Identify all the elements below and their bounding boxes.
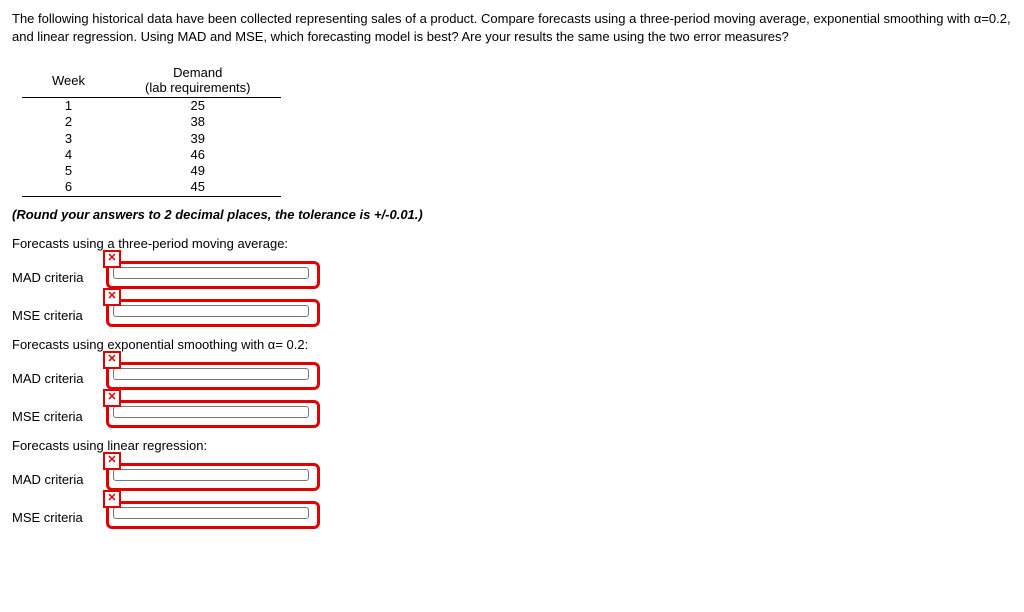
cell-demand: 45 (115, 179, 281, 196)
wrong-icon: ✕ (103, 389, 121, 407)
answer-field-wrap (106, 501, 320, 529)
es-mad-input[interactable] (113, 368, 309, 380)
col-demand-header: Demand (lab requirements) (115, 63, 281, 98)
table-row: 125 (22, 98, 281, 115)
col-week-header: Week (22, 63, 115, 98)
answer-field-wrap (106, 463, 320, 491)
wrong-icon: ✕ (103, 452, 121, 470)
criteria-label: MAD criteria (12, 260, 102, 285)
cell-demand: 25 (115, 98, 281, 115)
answer-box: ✕ (102, 459, 320, 491)
cell-demand: 38 (115, 114, 281, 130)
section-ma-label: Forecasts using a three-period moving av… (12, 236, 1012, 251)
cell-demand: 39 (115, 131, 281, 147)
wrong-icon: ✕ (103, 250, 121, 268)
answer-box: ✕ (102, 358, 320, 390)
table-row: 339 (22, 131, 281, 147)
table-row: 238 (22, 114, 281, 130)
data-table: Week Demand (lab requirements) 125 238 3… (22, 63, 281, 197)
cell-week: 1 (22, 98, 115, 115)
row-lr-mad: MAD criteria ✕ (12, 457, 1012, 493)
wrong-icon: ✕ (103, 351, 121, 369)
row-lr-mse: MSE criteria ✕ (12, 495, 1012, 531)
row-ma-mse: MSE criteria ✕ (12, 293, 1012, 329)
lr-mse-input[interactable] (113, 507, 309, 519)
ma-mse-input[interactable] (113, 305, 309, 317)
cell-week: 5 (22, 163, 115, 179)
criteria-label: MSE criteria (12, 500, 102, 525)
answer-field-wrap (106, 299, 320, 327)
section-es-label: Forecasts using exponential smoothing wi… (12, 337, 1012, 352)
answer-field-wrap (106, 261, 320, 289)
row-ma-mad: MAD criteria ✕ (12, 255, 1012, 291)
answer-box: ✕ (102, 257, 320, 289)
section-lr-label: Forecasts using linear regression: (12, 438, 1012, 453)
rounding-instruction: (Round your answers to 2 decimal places,… (12, 207, 1012, 222)
criteria-label: MSE criteria (12, 399, 102, 424)
ma-mad-input[interactable] (113, 267, 309, 279)
problem-text: The following historical data have been … (12, 10, 1012, 45)
demand-header-line2: (lab requirements) (145, 80, 251, 95)
demand-header-line1: Demand (145, 65, 251, 80)
cell-demand: 46 (115, 147, 281, 163)
wrong-icon: ✕ (103, 288, 121, 306)
answer-box: ✕ (102, 396, 320, 428)
row-es-mad: MAD criteria ✕ (12, 356, 1012, 392)
answer-field-wrap (106, 362, 320, 390)
cell-week: 2 (22, 114, 115, 130)
table-row: 645 (22, 179, 281, 196)
criteria-label: MAD criteria (12, 462, 102, 487)
answer-box: ✕ (102, 295, 320, 327)
answer-box: ✕ (102, 497, 320, 529)
row-es-mse: MSE criteria ✕ (12, 394, 1012, 430)
table-row: 446 (22, 147, 281, 163)
answer-field-wrap (106, 400, 320, 428)
cell-week: 6 (22, 179, 115, 196)
table-row: 549 (22, 163, 281, 179)
cell-demand: 49 (115, 163, 281, 179)
lr-mad-input[interactable] (113, 469, 309, 481)
cell-week: 4 (22, 147, 115, 163)
wrong-icon: ✕ (103, 490, 121, 508)
criteria-label: MAD criteria (12, 361, 102, 386)
criteria-label: MSE criteria (12, 298, 102, 323)
cell-week: 3 (22, 131, 115, 147)
es-mse-input[interactable] (113, 406, 309, 418)
